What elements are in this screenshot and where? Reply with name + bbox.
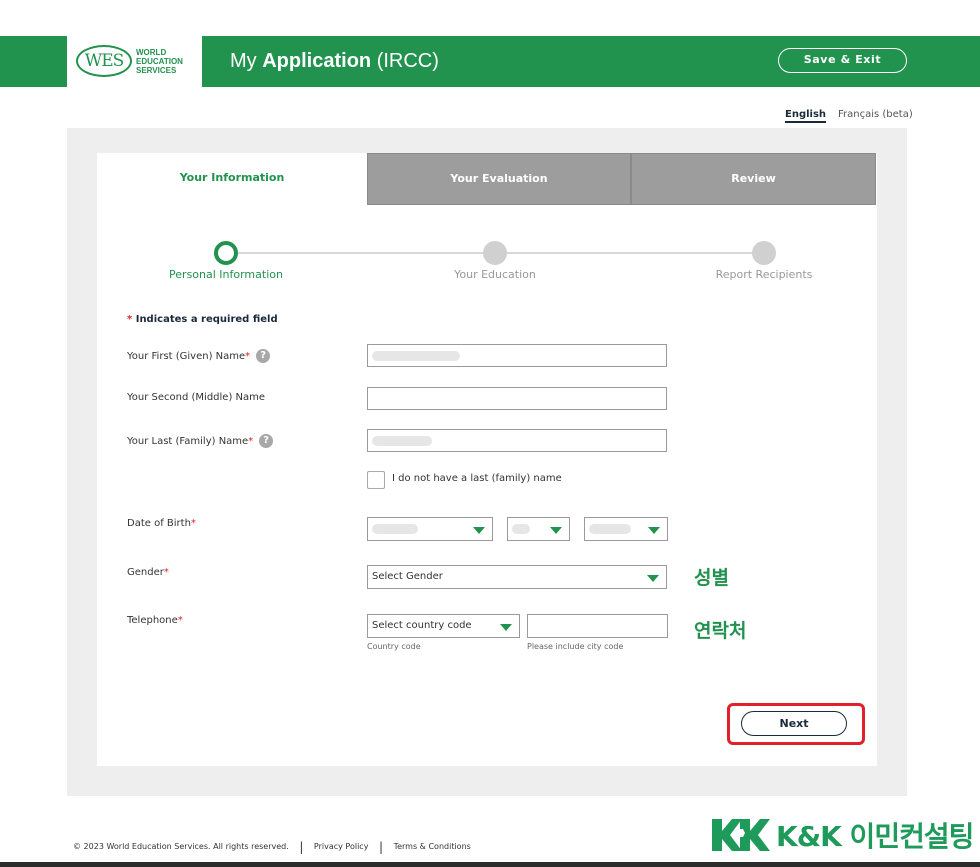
country-code-select[interactable]: Select country code [367,614,520,638]
step-label-personal-information: Personal Information [169,268,283,281]
city-code-hint: Please include city code [527,642,624,651]
redacted-value [589,524,631,534]
privacy-policy-link[interactable]: Privacy Policy [314,842,369,851]
redacted-value [372,524,418,534]
telephone-annotation: 연락처 [694,620,747,642]
help-icon[interactable]: ? [259,434,274,448]
help-icon[interactable]: ? [256,349,271,363]
kk-watermark-logo: K&K 이민컨설팅 [712,815,974,855]
kk-logo-icon [712,817,770,853]
dob-label: Date of Birth* [127,518,196,529]
telephone-label: Telephone* [127,615,183,626]
chevron-down-icon [500,624,512,631]
chevron-down-icon [550,527,562,534]
first-name-label: Your First (Given) Name*? [127,349,271,363]
save-exit-button[interactable]: Save & Exit [778,48,907,73]
tab-your-information[interactable]: Your Information [97,153,367,205]
chevron-down-icon [648,527,660,534]
last-name-field[interactable] [367,429,667,452]
dob-year-select[interactable] [584,517,668,541]
tab-your-evaluation[interactable]: Your Evaluation [367,153,631,205]
no-last-name-checkbox[interactable] [367,471,385,489]
dob-month-select[interactable] [367,517,493,541]
dob-day-select[interactable] [507,517,570,541]
wes-logo-mark: WES [76,45,132,77]
step-dot-report-recipients [752,241,776,265]
copyright-text: © 2023 World Education Services. All rig… [73,842,289,851]
next-button[interactable]: Next [741,711,847,736]
wes-logo-text: WORLD EDUCATION SERVICES [136,48,183,75]
first-name-field[interactable] [367,344,667,367]
gender-select[interactable]: Select Gender [367,565,667,589]
redacted-value [512,524,530,534]
step-label-your-education: Your Education [454,268,536,281]
tab-review[interactable]: Review [631,153,876,205]
kk-logo-text: K&K 이민컨설팅 [776,820,974,853]
footer: © 2023 World Education Services. All rig… [73,840,471,854]
bottom-bar [0,862,980,867]
language-french-link[interactable]: Français (beta) [838,109,913,120]
gender-annotation: 성별 [694,567,729,589]
middle-name-label: Your Second (Middle) Name [127,392,266,403]
redacted-value [372,351,460,361]
chevron-down-icon [473,527,485,534]
language-english-link[interactable]: English [785,109,827,123]
step-dot-your-education [483,241,507,265]
redacted-value [372,436,432,446]
required-field-note: * Indicates a required field [127,314,278,325]
gender-label: Gender* [127,567,169,578]
last-name-label: Your Last (Family) Name*? [127,434,274,448]
page-title: My Application (IRCC) [230,50,439,72]
wes-logo[interactable]: WES WORLD EDUCATION SERVICES [67,36,202,87]
no-last-name-label: I do not have a last (family) name [392,473,562,484]
step-dot-personal-information [214,241,238,265]
terms-conditions-link[interactable]: Terms & Conditions [394,842,471,851]
middle-name-field[interactable] [367,387,667,410]
step-label-report-recipients: Report Recipients [715,268,813,281]
chevron-down-icon [647,575,659,582]
country-code-hint: Country code [367,642,421,651]
telephone-field[interactable] [527,614,668,638]
